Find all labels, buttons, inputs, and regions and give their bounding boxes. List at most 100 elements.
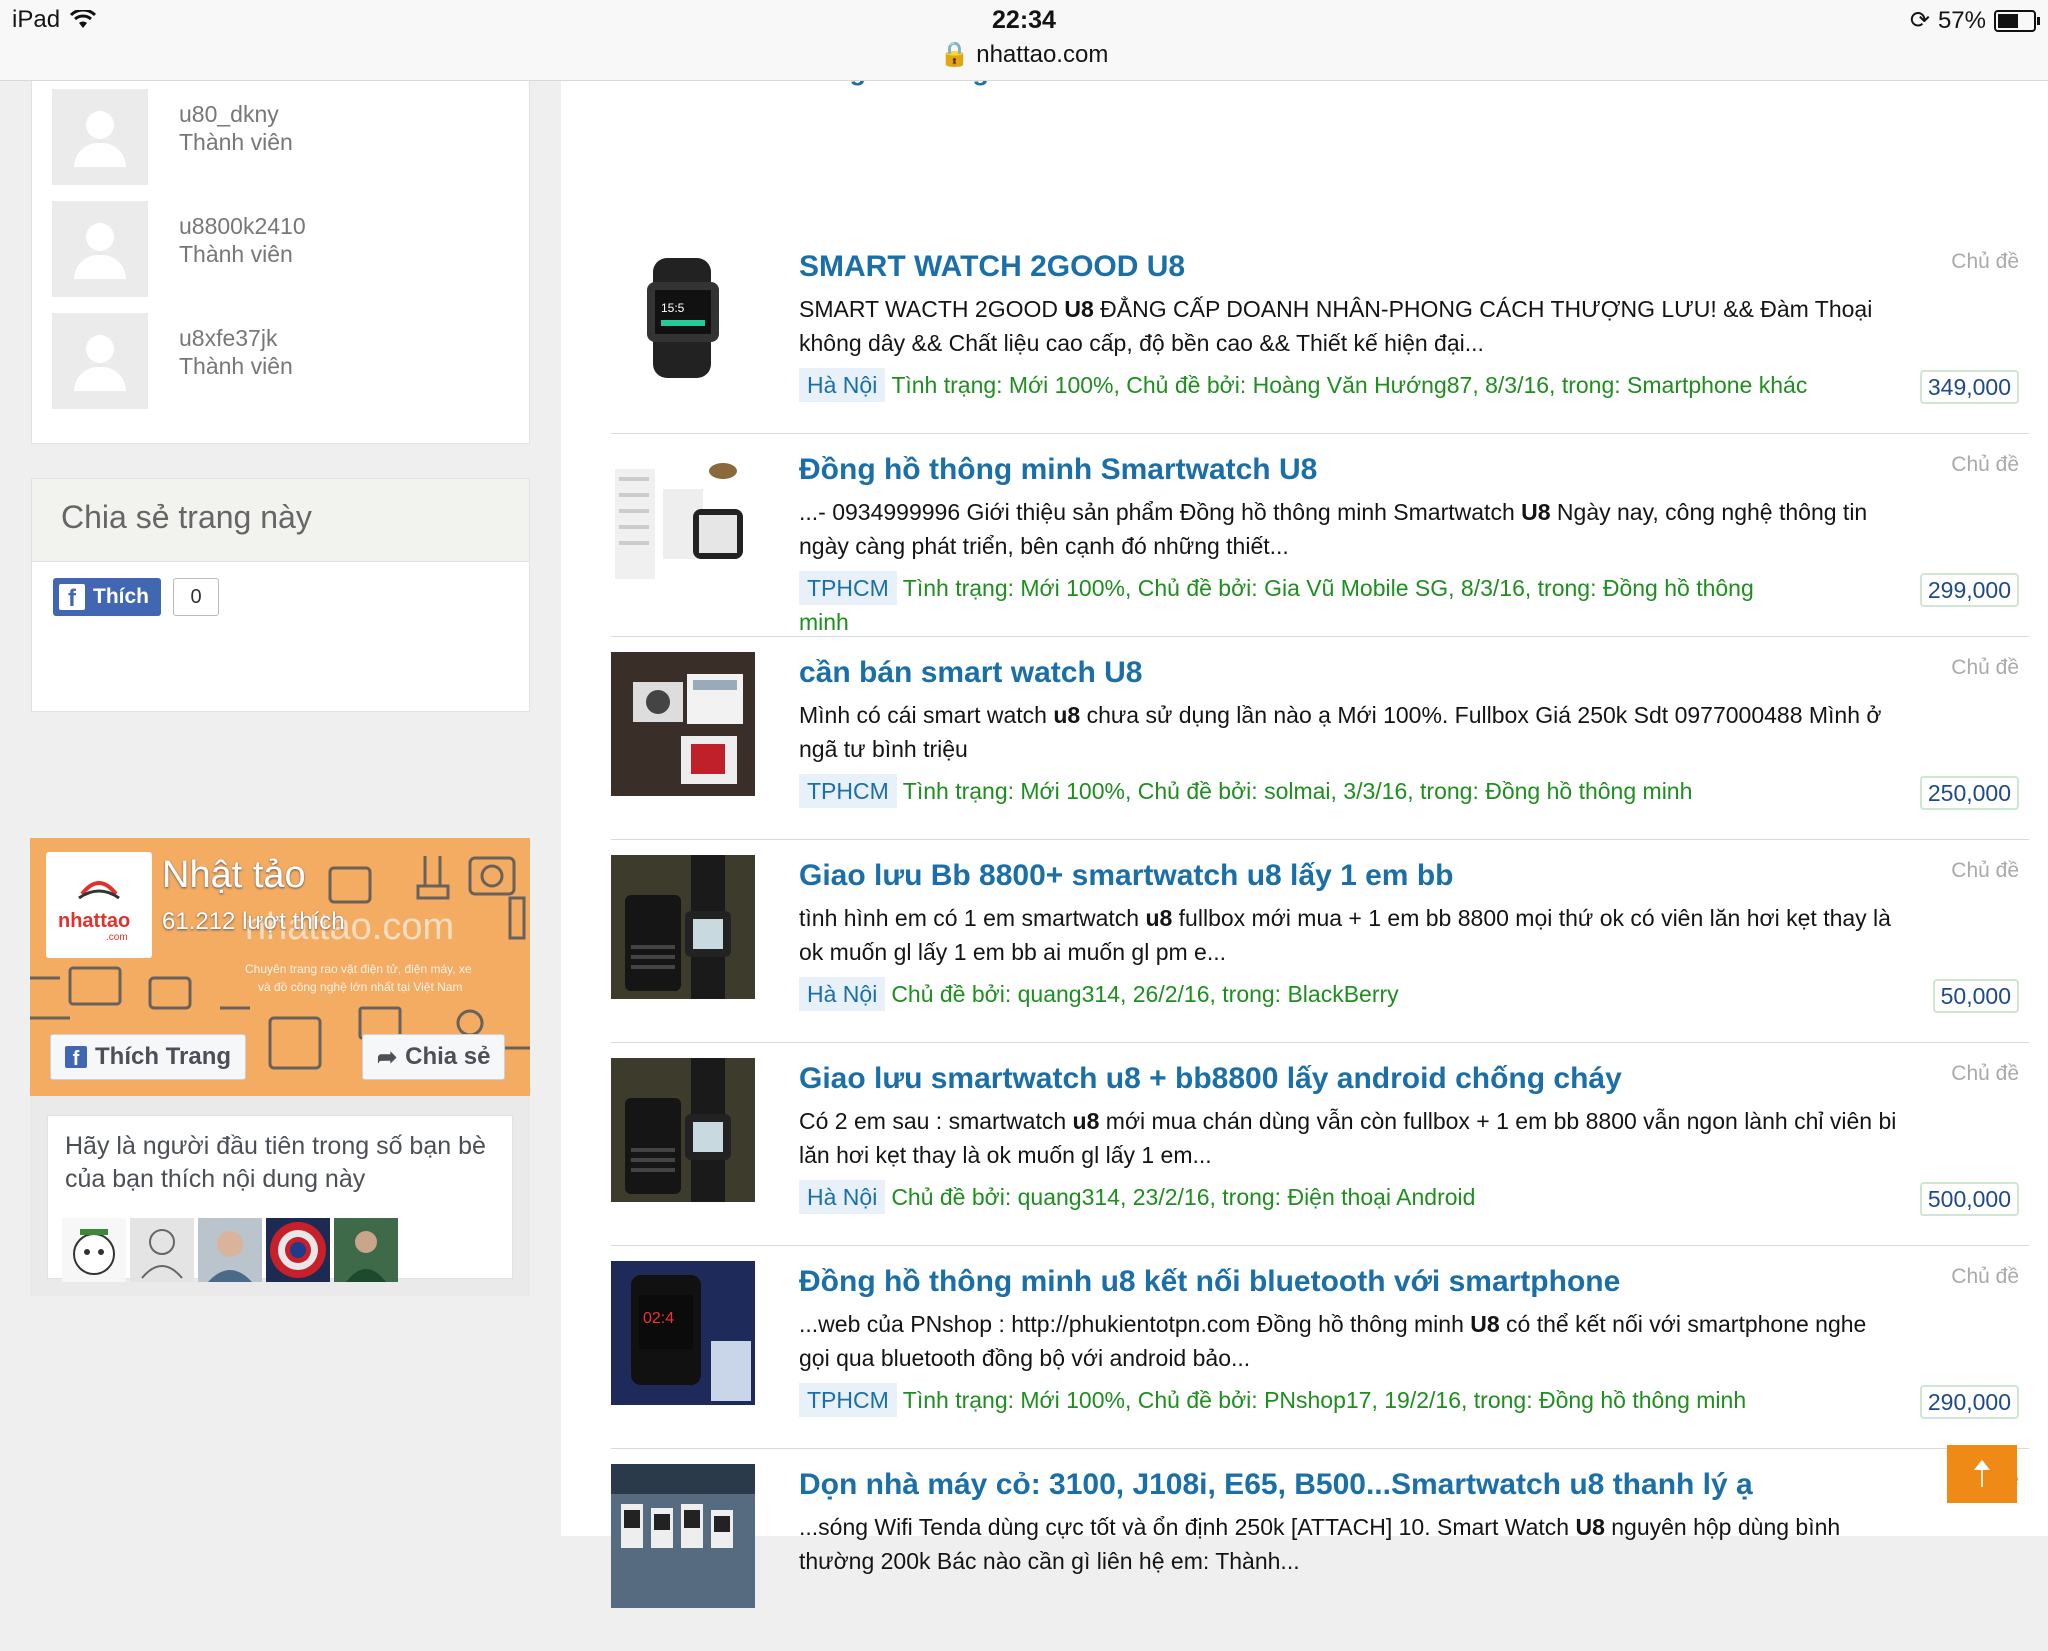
facebook-like-button[interactable]: f Thích — [53, 578, 161, 616]
like-count: 0 — [173, 578, 219, 616]
like-label: Thích — [93, 585, 149, 608]
result-kind: Chủ đề — [1951, 1265, 2019, 1288]
result-title[interactable]: Đồng hồ thông minh Smartwatch U8 — [799, 453, 1317, 487]
result-snippet: ...sóng Wifi Tenda dùng cực tốt và ổn đị… — [799, 1514, 1841, 1574]
result-title[interactable]: Giao lưu smartwatch u8 + bb8800 lấy andr… — [799, 1062, 1622, 1096]
member-role: Thành viên — [179, 241, 293, 267]
result-title[interactable]: Dọn nhà máy cỏ: 3100, J108i, E65, B500..… — [799, 1468, 1753, 1502]
page-name[interactable]: Nhật tảo — [162, 854, 306, 897]
result-item: 15:5 SMART WATCH 2GOOD U8 SMART WACTH 2G… — [611, 230, 2029, 434]
facebook-icon: f — [65, 1046, 87, 1068]
location-badge[interactable]: TPHCM — [799, 571, 897, 605]
search-results: Đồng hồ thông minh 15:5 SMART WATCH 2GOO… — [561, 56, 2048, 1608]
result-kind: Chủ đề — [1951, 859, 2019, 882]
member-item[interactable]: u8800k2410 Thành viên — [52, 201, 492, 297]
result-thumbnail[interactable] — [611, 1464, 755, 1608]
scroll-to-top-button[interactable]: 🠡 — [1947, 1445, 2017, 1503]
result-meta: TPHCM Tình trạng: Mới 100%, Chủ đề bởi: G… — [799, 571, 1809, 639]
member-name[interactable]: u8800k2410 — [179, 213, 306, 240]
result-snippet: Có 2 em sau : smartwatch u8 mới mua chán… — [799, 1108, 1897, 1168]
friend-avatar[interactable] — [334, 1218, 398, 1282]
result-meta: Hà Nội Chủ đề bởi: quang314, 23/2/16, tro… — [799, 1180, 1809, 1214]
lock-icon: 🔒 — [939, 41, 970, 68]
member-name[interactable]: u8xfe37jk — [179, 325, 277, 352]
avatar[interactable] — [52, 89, 148, 185]
location-badge[interactable]: Hà Nội — [799, 368, 886, 402]
share-panel: Chia sẻ trang này f Thích 0 — [31, 478, 530, 712]
friend-avatar[interactable] — [130, 1218, 194, 1282]
result-item: Giao lưu Bb 8800+ smartwatch u8 lấy 1 em… — [611, 839, 2029, 1043]
member-item[interactable]: u80_dkny Thành viên — [52, 89, 492, 185]
meta-text: Tình trạng: Mới 100%, Chủ đề bởi: PNshop… — [902, 1387, 1747, 1413]
meta-text: Chủ đề bởi: quang314, 26/2/16, trong: Bl… — [891, 981, 1399, 1007]
banner-sub2: và đồ công nghệ lớn nhất tại Việt Nam — [258, 980, 463, 994]
members-panel: u80_dkny Thành viên u8800k2410 Thành viê… — [31, 78, 530, 444]
result-kind: Chủ đề — [1951, 1062, 2019, 1085]
meta-text: Tình trạng: Mới 100%, Chủ đề bởi: solmai… — [902, 778, 1693, 804]
friends-panel: Hãy là người đầu tiên trong số bạn bè củ… — [30, 1096, 530, 1296]
result-meta: Hà Nội Tình trạng: Mới 100%, Chủ đề bởi: … — [799, 368, 1809, 402]
clock: 22:34 — [992, 6, 1056, 34]
member-role: Thành viên — [179, 353, 293, 379]
result-title[interactable]: Giao lưu Bb 8800+ smartwatch u8 lấy 1 em… — [799, 859, 1453, 893]
address-bar[interactable]: 🔒 nhattao.com — [0, 40, 2048, 69]
battery-percent: 57% — [1937, 6, 1986, 34]
like-page-button[interactable]: f Thích Trang — [50, 1034, 247, 1080]
arrow-up-icon: 🠡 — [1972, 1453, 1992, 1494]
result-thumbnail[interactable]: 02:4 — [611, 1261, 755, 1405]
member-name[interactable]: u80_dkny — [179, 101, 279, 128]
location-badge[interactable]: TPHCM — [799, 1383, 897, 1417]
result-item: cần bán smart watch U8 Mình có cái smart… — [611, 636, 2029, 840]
result-thumbnail[interactable] — [611, 1058, 755, 1202]
banner-sub1: Chuyên trang rao vặt điện tử, điện máy, … — [245, 962, 472, 976]
result-item: Dọn nhà máy cỏ: 3100, J108i, E65, B500..… — [611, 1448, 2029, 1651]
location-badge[interactable]: Hà Nội — [799, 977, 886, 1011]
result-title[interactable]: Đồng hồ thông minh u8 kết nối bluetooth … — [799, 1265, 1620, 1299]
meta-text: Tình trạng: Mới 100%, Chủ đề bởi: Gia Vũ… — [799, 575, 1754, 635]
friends-text: Hãy là người đầu tiên trong số bạn bè củ… — [65, 1132, 486, 1193]
result-snippet: tình hình em có 1 em smartwatch u8 fullb… — [799, 905, 1891, 965]
friend-avatar[interactable] — [198, 1218, 262, 1282]
avatar[interactable] — [52, 313, 148, 409]
result-thumbnail[interactable] — [611, 449, 755, 593]
page-logo[interactable]: nhattao .com — [46, 852, 152, 958]
result-snippet: ...- 0934999996 Giới thiệu sản phẩm Đồng… — [799, 499, 1868, 559]
battery-icon — [1994, 9, 2040, 32]
result-item: Đồng hồ thông minh Smartwatch U8 ...- 09… — [611, 433, 2029, 637]
price-tag: 50,000 — [1932, 979, 2019, 1013]
status-bar: iPad 22:34 🔒 nhattao.com ⟳ 57% — [0, 0, 2048, 81]
location-badge[interactable]: Hà Nội — [799, 1180, 886, 1214]
share-page-button[interactable]: ➦ Chia sẻ — [362, 1034, 506, 1080]
member-item[interactable]: u8xfe37jk Thành viên — [52, 313, 492, 409]
result-kind: Chủ đề — [1951, 250, 2019, 273]
result-title[interactable]: SMART WATCH 2GOOD U8 — [799, 250, 1185, 284]
logo-mark-icon — [78, 881, 120, 900]
price-tag: 299,000 — [1919, 573, 2019, 607]
logo-text: nhattao — [58, 910, 131, 932]
share-panel-header: Chia sẻ trang này — [32, 479, 529, 562]
share-page-label: Chia sẻ — [405, 1043, 491, 1070]
svg-text:02:4: 02:4 — [643, 1310, 674, 1327]
avatar[interactable] — [52, 201, 148, 297]
result-meta: Hà Nội Chủ đề bởi: quang314, 26/2/16, tro… — [799, 977, 1809, 1011]
friend-avatar[interactable] — [62, 1218, 126, 1282]
price-tag: 500,000 — [1919, 1182, 2019, 1216]
result-thumbnail[interactable]: 15:5 — [611, 246, 755, 390]
svg-text:15:5: 15:5 — [661, 301, 685, 315]
result-item: Giao lưu smartwatch u8 + bb8800 lấy andr… — [611, 1042, 2029, 1246]
result-snippet: ...web của PNshop : http://phukientotpn.… — [799, 1311, 1867, 1371]
result-thumbnail[interactable] — [611, 652, 755, 796]
price-tag: 250,000 — [1919, 776, 2019, 810]
logo-suffix: .com — [106, 932, 128, 943]
result-kind: Chủ đề — [1951, 656, 2019, 679]
price-tag: 290,000 — [1919, 1385, 2019, 1419]
location-badge[interactable]: TPHCM — [799, 774, 897, 808]
friend-avatar[interactable] — [266, 1218, 330, 1282]
meta-text: Chủ đề bởi: quang314, 23/2/16, trong: Đi… — [891, 1184, 1476, 1210]
result-title[interactable]: cần bán smart watch U8 — [799, 656, 1142, 690]
meta-text: Tình trạng: Mới 100%, Chủ đề bởi: Hoàng … — [891, 372, 1808, 398]
facebook-page-plugin[interactable]: nhattao.com Chuyên trang rao vặt điện tử… — [30, 838, 530, 1096]
result-thumbnail[interactable] — [611, 855, 755, 999]
share-arrow-icon: ➦ — [377, 1043, 398, 1071]
rotation-lock-icon: ⟳ — [1909, 7, 1930, 34]
